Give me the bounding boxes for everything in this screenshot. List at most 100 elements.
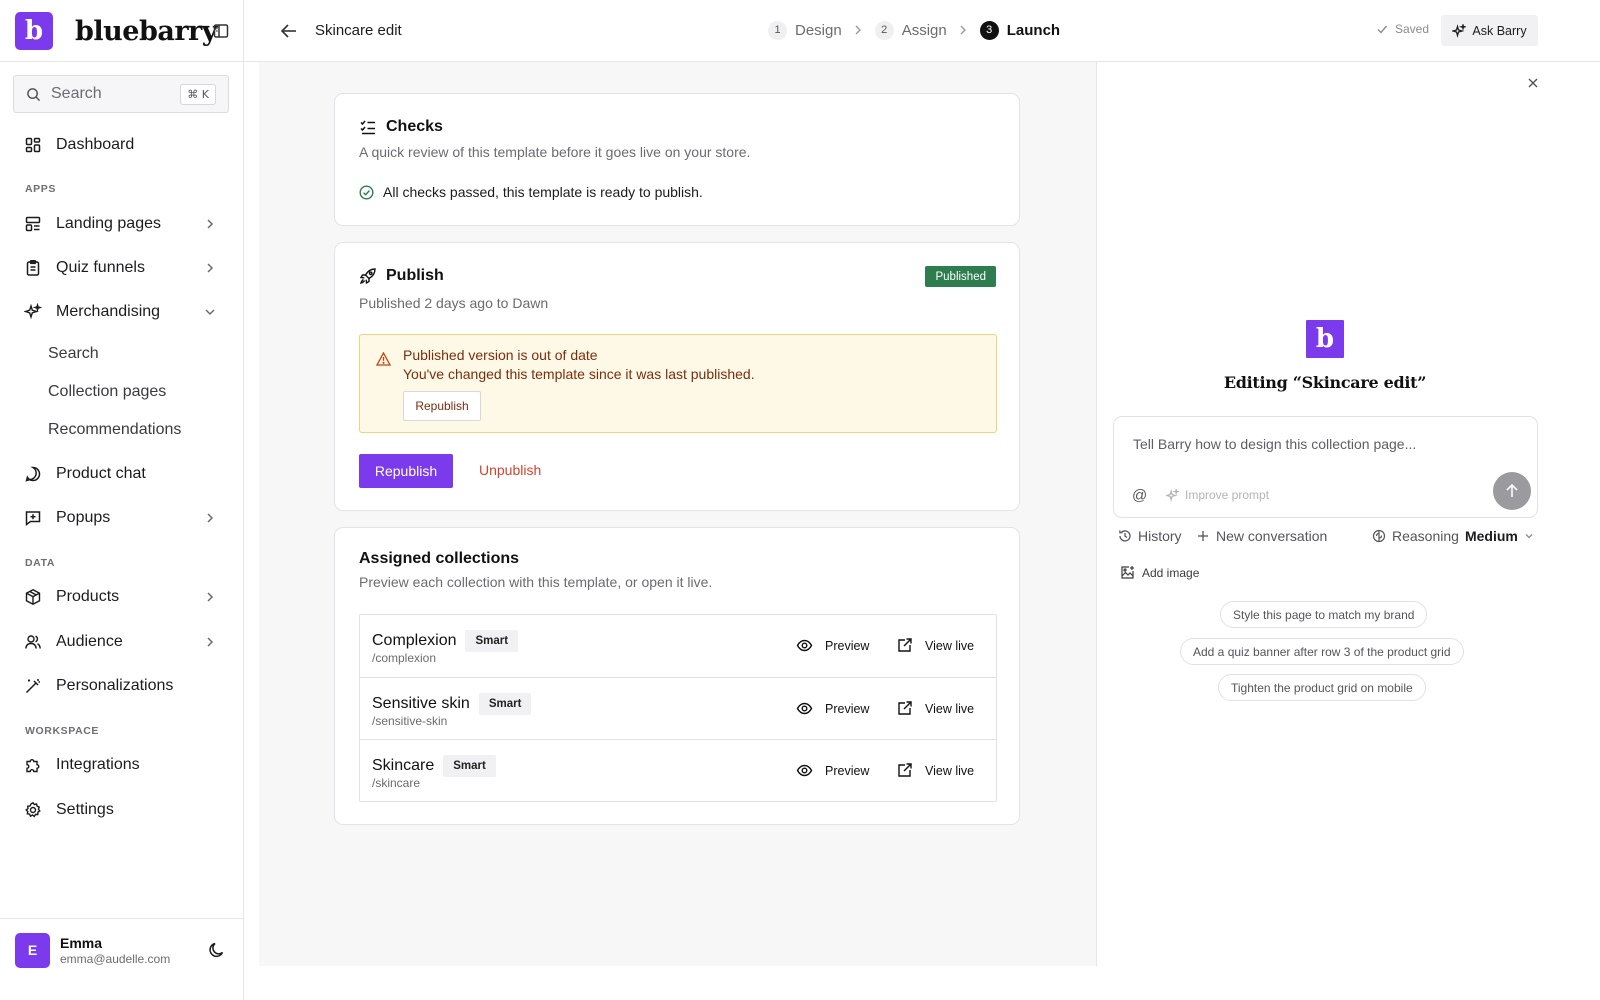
new-conversation-label: New conversation	[1216, 528, 1328, 544]
sidebar-item-popups[interactable]: Popups	[13, 500, 231, 536]
view-live-button[interactable]: View live	[896, 762, 974, 779]
saved-label: Saved	[1395, 22, 1430, 36]
step-assign[interactable]: 2 Assign	[874, 20, 947, 40]
publish-subtitle: Published 2 days ago to Dawn	[359, 295, 549, 311]
sidebar-subitem-collection-pages[interactable]: Collection pages	[13, 376, 231, 408]
collection-name: Skincare	[372, 757, 435, 774]
external-link-icon	[898, 638, 912, 652]
chevron-right-icon	[203, 261, 217, 275]
sidebar-item-merchandising[interactable]: Merchandising	[13, 294, 231, 330]
user-name: Emma	[60, 934, 103, 951]
eye-icon	[796, 639, 813, 652]
gear-icon	[24, 801, 42, 819]
arrow-up-icon	[1506, 483, 1518, 497]
chevron-down-icon	[203, 305, 217, 319]
ask-barry-button[interactable]: Ask Barry	[1441, 15, 1538, 46]
send-button[interactable]	[1493, 472, 1531, 510]
improve-prompt-button[interactable]: Improve prompt	[1166, 488, 1269, 502]
checks-subtitle: A quick review of this template before i…	[359, 144, 751, 160]
sidebar-item-settings[interactable]: Settings	[13, 792, 231, 828]
brand-name: bluebarry	[75, 15, 217, 47]
image-plus-icon	[1121, 566, 1134, 579]
prompt-input[interactable]: Tell Barry how to design this collection…	[1113, 416, 1538, 518]
sidebar-item-product-chat[interactable]: Product chat	[13, 456, 231, 492]
moon-icon[interactable]	[207, 940, 227, 960]
sidebar-item-personalizations[interactable]: Personalizations	[13, 668, 231, 704]
warning-republish-button[interactable]: Republish	[403, 391, 481, 421]
view-live-button[interactable]: View live	[896, 637, 974, 654]
publish-title-text: Publish	[386, 267, 444, 284]
preview-button[interactable]: Preview	[796, 762, 869, 779]
brand[interactable]: b bluebarry	[15, 12, 217, 50]
checks-status: All checks passed, this template is read…	[359, 184, 703, 200]
sidebar-item-label: Quiz funnels	[56, 259, 145, 276]
back-arrow-icon[interactable]	[278, 20, 300, 42]
ask-barry-label: Ask Barry	[1472, 23, 1527, 38]
mention-icon[interactable]: @	[1132, 487, 1147, 504]
user-profile[interactable]: E Emma emma@audelle.com	[15, 931, 235, 969]
sidebar-item-integrations[interactable]: Integrations	[13, 747, 231, 783]
collection-slug: /complexion	[372, 651, 437, 665]
user-divider	[0, 918, 243, 919]
sidebar-item-audience[interactable]: Audience	[13, 624, 231, 660]
chevron-right-icon	[203, 217, 217, 231]
view-live-button[interactable]: View live	[896, 700, 974, 717]
collections-table: Complexion Smart /complexion Preview Vie…	[359, 614, 997, 802]
table-row: Sensitive skin Smart /sensitive-skin Pre…	[360, 677, 996, 739]
user-email: emma@audelle.com	[60, 951, 171, 966]
sidebar-item-products[interactable]: Products	[13, 579, 231, 615]
step-launch[interactable]: 3 Launch	[979, 20, 1061, 40]
brand-logo: b	[15, 12, 53, 50]
search-icon	[26, 87, 41, 102]
dashboard-icon	[24, 136, 42, 154]
preview-label: Preview	[825, 701, 870, 716]
sidebar-subitem-search[interactable]: Search	[13, 338, 231, 370]
clipboard-icon	[24, 259, 42, 277]
users-icon	[24, 633, 42, 651]
section-label-apps: APPS	[25, 183, 56, 195]
prompt-placeholder: Tell Barry how to design this collection…	[1133, 436, 1417, 452]
reasoning-select[interactable]: Reasoning Medium	[1372, 528, 1540, 544]
sidebar-item-quiz-funnels[interactable]: Quiz funnels	[13, 250, 231, 286]
new-conversation-button[interactable]: New conversation	[1196, 528, 1327, 544]
section-label-data: DATA	[25, 557, 56, 569]
assigned-collections-card: Assigned collections Preview each collec…	[334, 527, 1020, 825]
step-label: Assign	[901, 21, 947, 39]
suggestion-chip[interactable]: Tighten the product grid on mobile	[1218, 674, 1426, 701]
reasoning-value: Medium	[1464, 528, 1518, 544]
suggestion-chip[interactable]: Style this page to match my brand	[1220, 601, 1428, 628]
preview-button[interactable]: Preview	[796, 700, 869, 717]
close-icon[interactable]	[1526, 76, 1540, 90]
plus-icon	[1198, 531, 1208, 541]
sidebar-subitem-recommendations[interactable]: Recommendations	[13, 414, 231, 446]
suggestion-chip[interactable]: Add a quiz banner after row 3 of the pro…	[1180, 638, 1464, 665]
sidebar-collapse-icon[interactable]	[212, 22, 230, 40]
panel-toolbar: History New conversation Reasoning Mediu…	[1118, 528, 1538, 548]
sparkles-icon	[1452, 23, 1467, 38]
search-input[interactable]: Search ⌘ K	[13, 75, 229, 113]
unpublish-button[interactable]: Unpublish	[479, 462, 541, 478]
ask-barry-panel: b Editing “Skincare edit” Tell Barry how…	[1096, 62, 1600, 966]
sidebar-item-landing-pages[interactable]: Landing pages	[13, 206, 231, 242]
view-live-label: View live	[925, 638, 975, 653]
search-placeholder: Search	[51, 85, 102, 102]
history-button[interactable]: History	[1118, 528, 1182, 544]
smart-badge: Smart	[478, 693, 532, 715]
chat-bubble-icon	[24, 465, 42, 483]
sidebar-item-label: Product chat	[56, 465, 146, 482]
preview-label: Preview	[825, 638, 870, 653]
step-number: 1	[768, 20, 787, 40]
add-image-button[interactable]: Add image	[1120, 565, 1199, 580]
warning-text: You've changed this template since it wa…	[403, 366, 755, 382]
table-row: Complexion Smart /complexion Preview Vie…	[360, 615, 996, 677]
step-label: Launch	[1006, 21, 1061, 39]
sidebar-item-label: Products	[56, 588, 120, 605]
panel-heading: Editing “Skincare edit”	[1223, 373, 1427, 392]
sidebar-item-dashboard[interactable]: Dashboard	[13, 127, 231, 163]
checklist-icon	[360, 120, 375, 135]
step-design[interactable]: 1 Design	[768, 20, 842, 40]
republish-button[interactable]: Republish	[359, 454, 453, 488]
preview-button[interactable]: Preview	[796, 637, 869, 654]
add-image-label: Add image	[1142, 565, 1200, 580]
package-icon	[24, 588, 42, 606]
